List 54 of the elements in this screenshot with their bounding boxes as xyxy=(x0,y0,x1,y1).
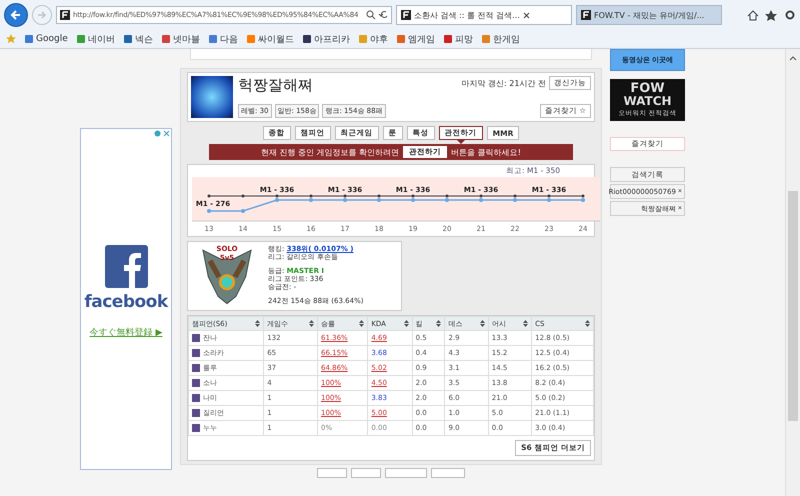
tab-stub xyxy=(351,468,381,478)
sort-icon xyxy=(523,320,528,327)
site-icon xyxy=(60,10,70,20)
logo-text: FOW xyxy=(630,82,665,95)
tab-stub xyxy=(385,468,427,478)
favorite-link[interactable]: Google xyxy=(25,34,68,44)
favorite-link[interactable]: 피망 xyxy=(444,32,473,46)
site-icon xyxy=(581,10,591,20)
last-update-text: 마지막 갱신: 21시간 전 xyxy=(461,78,546,88)
brand-text: facebook xyxy=(84,292,168,312)
notice-text: 버튼을 클릭하세요! xyxy=(451,146,521,158)
favorite-link[interactable]: 아프리카 xyxy=(302,32,350,46)
sort-icon xyxy=(480,320,485,327)
favorite-link[interactable]: 야후 xyxy=(358,32,388,46)
data-point xyxy=(207,209,211,213)
favorite-link[interactable]: 네이버 xyxy=(76,32,115,46)
data-point xyxy=(242,194,244,198)
tab-stub xyxy=(431,468,465,478)
sort-icon xyxy=(359,320,364,327)
favorite-link[interactable]: 싸이월드 xyxy=(246,32,294,46)
forward-arrow-icon xyxy=(37,10,47,20)
scroll-up-icon xyxy=(789,55,797,61)
site-icon xyxy=(401,10,411,20)
ad-info-close-icon xyxy=(154,130,170,137)
profile-picture xyxy=(191,76,233,118)
summoner-name: 헉짱잘해쪄 xyxy=(238,76,314,94)
star-icon xyxy=(6,34,16,44)
forward-button[interactable] xyxy=(32,5,52,25)
sort-icon xyxy=(404,320,409,327)
data-point xyxy=(241,209,245,213)
search-icon xyxy=(366,10,388,20)
logo-text: WATCH xyxy=(623,95,672,107)
back-arrow-icon xyxy=(10,9,22,21)
sort-icon xyxy=(436,320,442,327)
tab-stub xyxy=(317,468,347,478)
back-button[interactable] xyxy=(4,3,28,27)
browser-tab[interactable]: 소환사 검색 :: 롤 전적 검색... xyxy=(396,5,572,25)
tab-title: FOW.TV - 재밌는 유머/게임/... xyxy=(594,10,704,20)
notice-text: 현재 진행 중인 게임정보를 확인하려면 xyxy=(261,146,400,158)
scrollbar-thumb[interactable] xyxy=(788,191,798,421)
favorite-link[interactable]: 엠게임 xyxy=(396,32,435,46)
favorite-link[interactable]: 다음 xyxy=(208,32,238,46)
sort-icon xyxy=(585,320,590,327)
data-point xyxy=(208,194,210,198)
browser-tab[interactable]: FOW.TV - 재밌는 유머/게임/... xyxy=(576,5,722,25)
facebook-logo-icon xyxy=(104,245,148,288)
favorite-link[interactable]: 넥슨 xyxy=(124,32,153,46)
close-icon xyxy=(522,12,530,18)
favorite-link[interactable]: 한게임 xyxy=(482,32,520,46)
sort-icon xyxy=(308,320,314,327)
tab-title: 소환사 검색 :: 롤 전적 검색... xyxy=(414,10,520,20)
sort-icon xyxy=(255,320,260,327)
favorite-link[interactable]: 넷마블 xyxy=(162,32,200,46)
signup-link[interactable]: 今すぐ無料登録 ▶ xyxy=(90,326,162,339)
